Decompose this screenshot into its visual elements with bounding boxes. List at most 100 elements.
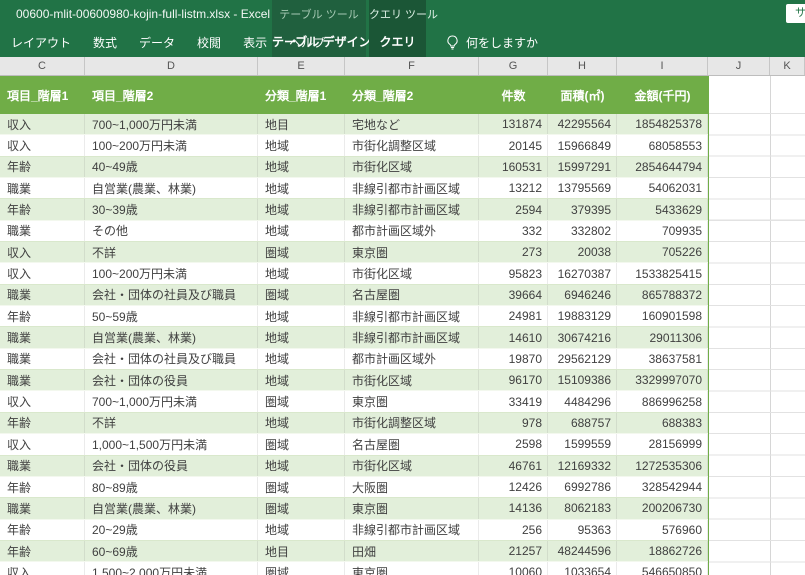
cell-item-level2[interactable]: 自営業(農業、林業): [85, 327, 258, 348]
cell-class-level2[interactable]: 非線引都市計画区域: [345, 178, 479, 199]
cell-amount[interactable]: 160901598: [617, 306, 708, 327]
cell-count[interactable]: 21257: [479, 540, 548, 562]
cell-area[interactable]: 8062183: [548, 498, 617, 519]
cell-amount[interactable]: 328542944: [617, 476, 708, 498]
column-header-g[interactable]: G: [479, 57, 548, 75]
cell-area[interactable]: 6946246: [548, 284, 617, 306]
header-item-level2[interactable]: 項目_階層2: [85, 76, 258, 114]
header-count[interactable]: 件数: [479, 76, 548, 114]
cell-item-level2[interactable]: 会社・団体の役員: [85, 455, 258, 476]
cell-amount[interactable]: 29011306: [617, 327, 708, 348]
cell-class-level2[interactable]: 東京圏: [345, 242, 479, 263]
cell-item-level1[interactable]: 収入: [0, 263, 85, 284]
cell-class-level1[interactable]: 地目: [258, 540, 345, 562]
cell-amount[interactable]: 705226: [617, 242, 708, 263]
cell-class-level2[interactable]: 東京圏: [345, 562, 479, 575]
cell-item-level2[interactable]: 会社・団体の社員及び職員: [85, 284, 258, 306]
tab-query[interactable]: クエリ: [369, 33, 426, 50]
cell-area[interactable]: 12169332: [548, 455, 617, 476]
cell-item-level1[interactable]: 収入: [0, 434, 85, 455]
cell-area[interactable]: 1033654: [548, 562, 617, 575]
cell-class-level1[interactable]: 地域: [258, 178, 345, 199]
cell-class-level1[interactable]: 地域: [258, 519, 345, 540]
table-row[interactable]: 年齢 30~39歳 地域 非線引都市計画区域 2594 379395 54336…: [0, 199, 708, 221]
cell-item-level2[interactable]: 100~200万円未満: [85, 135, 258, 156]
cell-area[interactable]: 15997291: [548, 156, 617, 178]
cell-class-level2[interactable]: 大阪圏: [345, 476, 479, 498]
cell-class-level1[interactable]: 地域: [258, 220, 345, 242]
cell-count[interactable]: 2594: [479, 199, 548, 220]
cell-item-level1[interactable]: 年齢: [0, 540, 85, 562]
cell-class-level1[interactable]: 地域: [258, 306, 345, 327]
cell-class-level2[interactable]: 名古屋圏: [345, 284, 479, 306]
cell-item-level1[interactable]: 職業: [0, 370, 85, 391]
cell-area[interactable]: 95363: [548, 519, 617, 540]
table-row[interactable]: 収入 不詳 圏域 東京圏 273 20038 705226: [0, 242, 708, 264]
table-row[interactable]: 収入 700~1,000万円未満 地目 宅地など 131874 42295564…: [0, 114, 708, 136]
table-row[interactable]: 年齢 60~69歳 地目 田畑 21257 48244596 18862726: [0, 540, 708, 563]
cell-class-level2[interactable]: 市街化区域: [345, 370, 479, 391]
cell-class-level2[interactable]: 東京圏: [345, 391, 479, 412]
cell-area[interactable]: 29562129: [548, 348, 617, 370]
cell-item-level2[interactable]: 自営業(農業、林業): [85, 178, 258, 199]
cell-class-level1[interactable]: 地域: [258, 156, 345, 178]
cell-class-level1[interactable]: 地目: [258, 114, 345, 135]
cell-count[interactable]: 46761: [479, 455, 548, 476]
cell-item-level2[interactable]: 不詳: [85, 412, 258, 434]
cell-area[interactable]: 16270387: [548, 263, 617, 284]
cell-item-level2[interactable]: その他: [85, 220, 258, 242]
cell-item-level1[interactable]: 収入: [0, 114, 85, 135]
cell-class-level2[interactable]: 市街化区域: [345, 263, 479, 284]
cell-count[interactable]: 14610: [479, 327, 548, 348]
cell-class-level1[interactable]: 地域: [258, 199, 345, 220]
cell-class-level2[interactable]: 非線引都市計画区域: [345, 306, 479, 327]
cell-item-level2[interactable]: 会社・団体の役員: [85, 370, 258, 391]
cell-class-level2[interactable]: 名古屋圏: [345, 434, 479, 455]
table-row[interactable]: 職業 会社・団体の社員及び職員 圏域 名古屋圏 39664 6946246 86…: [0, 284, 708, 307]
cell-amount[interactable]: 1854825378: [617, 114, 708, 135]
cell-count[interactable]: 332: [479, 220, 548, 242]
cell-count[interactable]: 19870: [479, 348, 548, 370]
cell-class-level2[interactable]: 都市計画区域外: [345, 348, 479, 370]
tab-data[interactable]: データ: [128, 34, 186, 51]
header-area[interactable]: 面積(㎡): [548, 76, 617, 114]
cell-item-level1[interactable]: 職業: [0, 220, 85, 242]
table-row[interactable]: 収入 100~200万円未満 地域 市街化区域 95823 16270387 1…: [0, 263, 708, 285]
table-row[interactable]: 職業 自営業(農業、林業) 地域 非線引都市計画区域 13212 1379556…: [0, 178, 708, 200]
cell-class-level1[interactable]: 地域: [258, 263, 345, 284]
cell-item-level1[interactable]: 年齢: [0, 412, 85, 434]
cell-item-level2[interactable]: 1,000~1,500万円未満: [85, 434, 258, 455]
cell-area[interactable]: 379395: [548, 199, 617, 220]
cell-class-level1[interactable]: 圏域: [258, 562, 345, 575]
cell-count[interactable]: 256: [479, 519, 548, 540]
cell-class-level1[interactable]: 圏域: [258, 434, 345, 455]
cell-item-level2[interactable]: 80~89歳: [85, 476, 258, 498]
cell-class-level1[interactable]: 地域: [258, 348, 345, 370]
cell-count[interactable]: 24981: [479, 306, 548, 327]
cell-count[interactable]: 33419: [479, 391, 548, 412]
cell-amount[interactable]: 1533825415: [617, 263, 708, 284]
column-header-k[interactable]: K: [770, 57, 805, 75]
cell-amount[interactable]: 709935: [617, 220, 708, 242]
cell-class-level1[interactable]: 地域: [258, 135, 345, 156]
column-header-c[interactable]: C: [0, 57, 85, 75]
table-row[interactable]: 収入 1,000~1,500万円未満 圏域 名古屋圏 2598 1599559 …: [0, 434, 708, 456]
cell-item-level1[interactable]: 職業: [0, 284, 85, 306]
cell-item-level1[interactable]: 年齢: [0, 156, 85, 178]
cell-class-level2[interactable]: 田畑: [345, 540, 479, 562]
cell-item-level1[interactable]: 収入: [0, 562, 85, 575]
cell-item-level2[interactable]: 50~59歳: [85, 306, 258, 327]
cell-count[interactable]: 2598: [479, 434, 548, 455]
cell-class-level1[interactable]: 地域: [258, 412, 345, 434]
cell-item-level2[interactable]: 100~200万円未満: [85, 263, 258, 284]
cell-class-level2[interactable]: 非線引都市計画区域: [345, 519, 479, 540]
column-header-j[interactable]: J: [708, 57, 770, 75]
table-row[interactable]: 年齢 40~49歳 地域 市街化区域 160531 15997291 28546…: [0, 156, 708, 179]
cell-item-level2[interactable]: 自営業(農業、林業): [85, 498, 258, 519]
cell-class-level1[interactable]: 地域: [258, 327, 345, 348]
cell-amount[interactable]: 18862726: [617, 540, 708, 562]
tab-layout[interactable]: レイアウト: [0, 34, 82, 51]
sign-in-button[interactable]: サインイン: [786, 4, 805, 23]
table-row[interactable]: 収入 100~200万円未満 地域 市街化調整区域 20145 15966849…: [0, 135, 708, 157]
tab-help[interactable]: ヘルプ: [278, 34, 336, 51]
